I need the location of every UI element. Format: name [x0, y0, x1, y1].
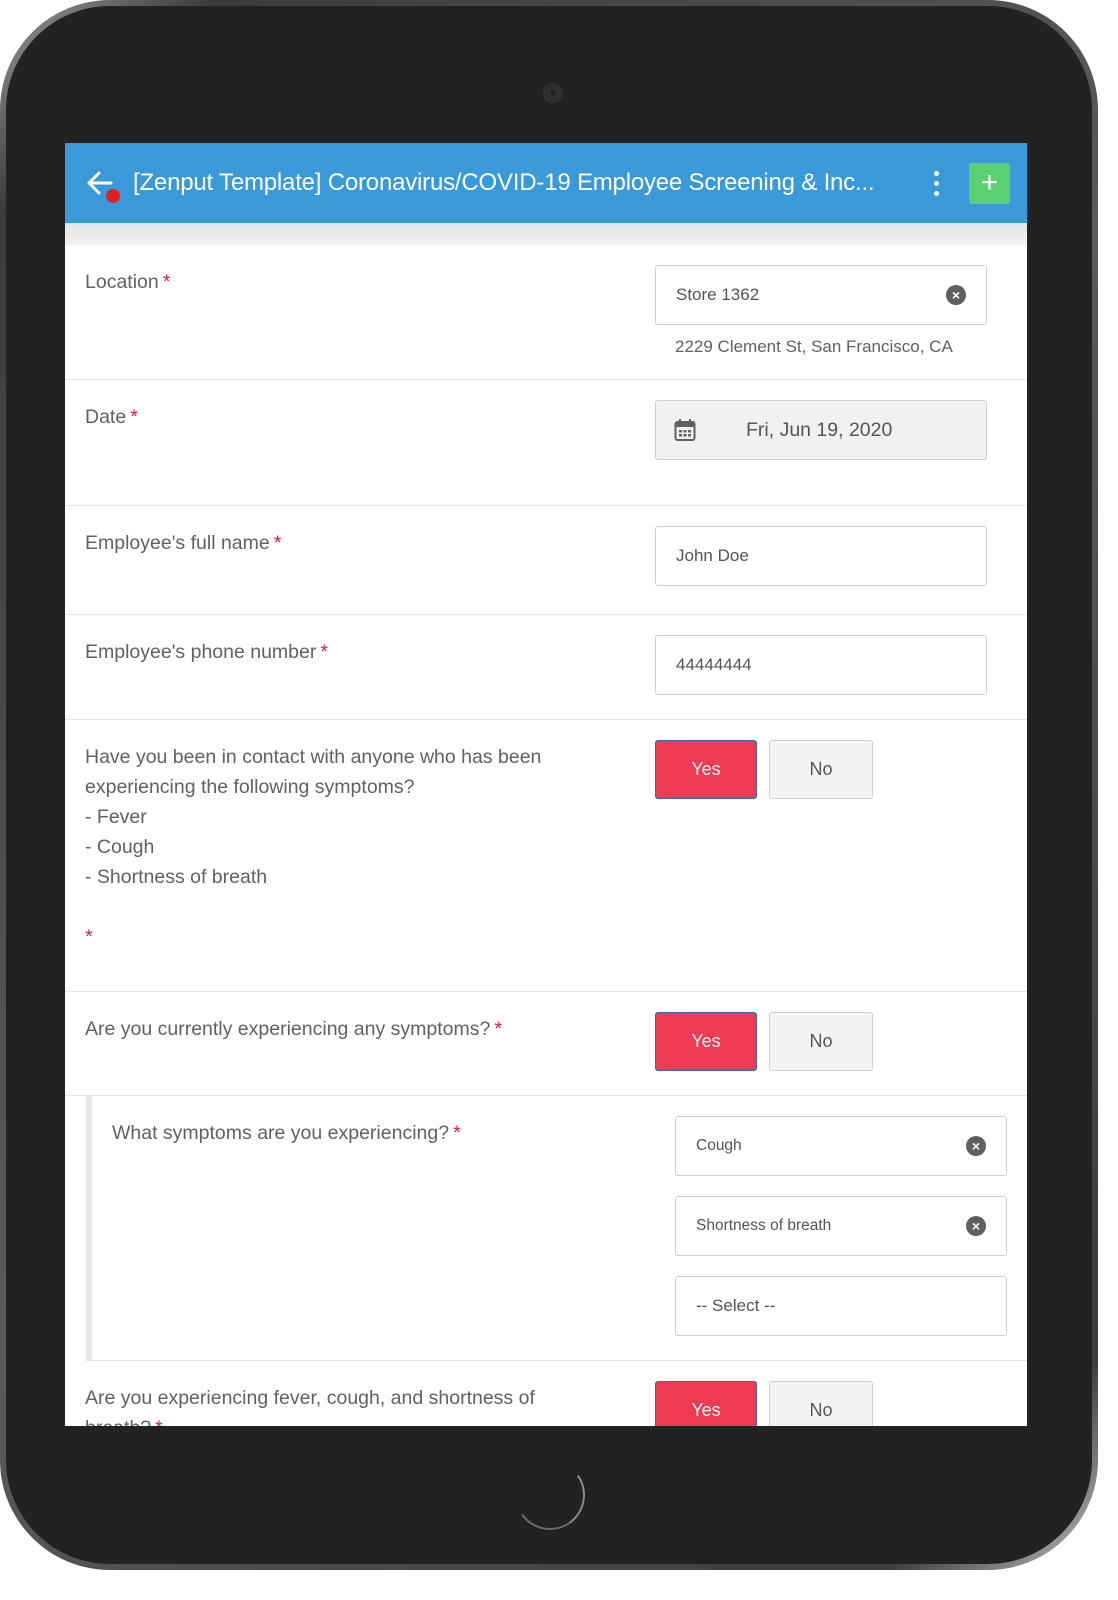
- location-label: Location: [85, 271, 159, 293]
- app-bar: [Zenput Template] Coronavirus/COVID-19 E…: [65, 143, 1027, 223]
- current-symptoms-row: Are you currently experiencing any sympt…: [65, 992, 1027, 1096]
- yes-button[interactable]: Yes: [655, 740, 757, 799]
- home-button[interactable]: [509, 1454, 591, 1536]
- question-line: Have you been in contact with anyone who…: [85, 746, 542, 768]
- contact-question-row: Have you been in contact with anyone who…: [65, 720, 1027, 992]
- symptom-fever: - Fever: [85, 806, 147, 828]
- location-select[interactable]: Store 1362 ×: [655, 265, 987, 325]
- back-button[interactable]: [85, 163, 120, 203]
- no-button[interactable]: No: [769, 1012, 873, 1071]
- required-asterisk: *: [453, 1122, 461, 1144]
- current-symptoms-label: Are you currently experiencing any sympt…: [85, 1018, 491, 1040]
- no-button[interactable]: No: [769, 740, 873, 799]
- which-symptoms-row: What symptoms are you experiencing? * Cou…: [86, 1096, 1027, 1361]
- symptom-select-shortness-of-breath[interactable]: Shortness of breath ×: [675, 1196, 1007, 1256]
- question-line: experiencing the following symptoms?: [85, 776, 415, 798]
- full-name-label: Employee's full name: [85, 532, 270, 554]
- date-row: Date * Fri, Jun 19, 2020: [65, 380, 1027, 506]
- yes-button[interactable]: Yes: [655, 1381, 757, 1426]
- which-symptoms-label: What symptoms are you experiencing?: [112, 1122, 450, 1144]
- all-symptoms-label: Are you experiencing fever, cough, and s…: [85, 1387, 535, 1409]
- required-asterisk: *: [130, 406, 138, 428]
- add-button[interactable]: +: [969, 162, 1010, 204]
- required-asterisk: *: [162, 271, 171, 293]
- phone-row: Employee's phone number * 44444444: [65, 615, 1027, 720]
- yes-button[interactable]: Yes: [655, 1012, 757, 1071]
- full-name-row: Employee's full name * John Doe: [65, 506, 1027, 615]
- contact-yes-no: Yes No: [655, 740, 987, 799]
- full-name-input[interactable]: John Doe: [655, 526, 987, 586]
- date-value: Fri, Jun 19, 2020: [746, 418, 893, 441]
- required-asterisk: *: [155, 1417, 163, 1426]
- notification-dot: [106, 189, 120, 203]
- required-asterisk: *: [85, 926, 93, 948]
- required-asterisk: *: [273, 532, 282, 554]
- no-button[interactable]: No: [769, 1381, 873, 1426]
- date-label: Date: [85, 406, 127, 428]
- phone-label: Employee's phone number: [85, 641, 317, 663]
- camera-icon: [543, 83, 563, 103]
- required-asterisk: *: [320, 641, 328, 663]
- all-symptoms-row: Are you experiencing fever, cough, and s…: [65, 1361, 1027, 1426]
- location-address: 2229 Clement St, San Francisco, CA: [675, 337, 953, 356]
- page-title: [Zenput Template] Coronavirus/COVID-19 E…: [133, 169, 875, 196]
- symptom-shortness-of-breath: - Shortness of breath: [85, 866, 268, 888]
- toolbar-shadow: [65, 223, 1027, 245]
- app-screen: [Zenput Template] Coronavirus/COVID-19 E…: [65, 143, 1027, 1426]
- all-symptoms-yes-no: Yes No: [655, 1381, 987, 1426]
- phone-input[interactable]: 44444444: [655, 635, 987, 695]
- more-menu-button[interactable]: [919, 163, 953, 203]
- symptom-select-empty[interactable]: -- Select --: [675, 1276, 1007, 1336]
- clear-icon[interactable]: ×: [946, 285, 966, 305]
- calendar-icon: [674, 419, 696, 441]
- current-symptoms-yes-no: Yes No: [655, 1012, 987, 1071]
- date-picker[interactable]: Fri, Jun 19, 2020: [655, 400, 987, 460]
- symptom-select-cough[interactable]: Cough ×: [675, 1116, 1007, 1176]
- required-asterisk: *: [494, 1018, 502, 1040]
- clear-icon[interactable]: ×: [966, 1216, 986, 1236]
- clear-icon[interactable]: ×: [966, 1136, 986, 1156]
- location-row: Location * Store 1362 × 2229 Clement St, …: [65, 245, 1027, 380]
- more-vertical-icon: [933, 170, 939, 176]
- symptom-cough: - Cough: [85, 836, 155, 858]
